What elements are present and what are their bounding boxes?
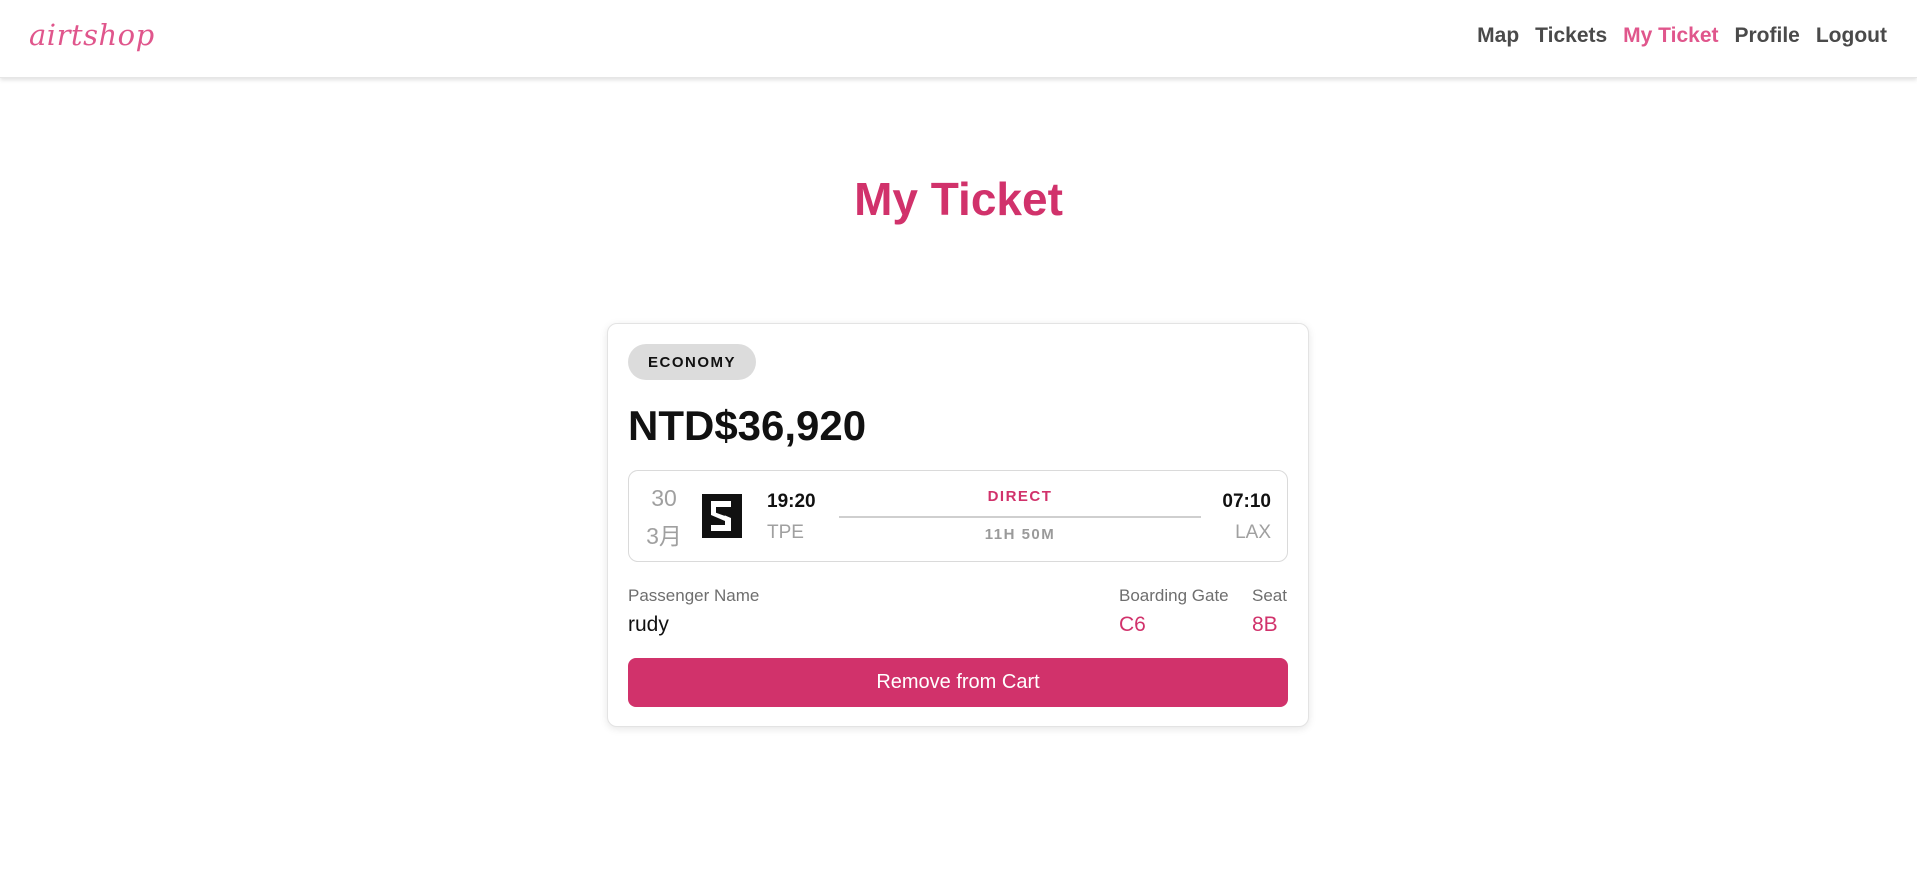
flight-summary: 30 3月 19:20 TPE DIRECT 11H 50M 07:10 LAX [628, 470, 1288, 562]
airline-logo-glyph [702, 494, 742, 538]
passenger-name-label: Passenger Name [628, 586, 760, 605]
passenger-name-value: rudy [628, 613, 669, 636]
boarding-gate-label: Boarding Gate [1119, 586, 1229, 605]
nav-logout-link[interactable]: Logout [1816, 24, 1887, 48]
airline-logo-icon [702, 494, 742, 538]
nav-my-ticket-link[interactable]: My Ticket [1623, 24, 1718, 48]
seat-value: 8B [1252, 613, 1278, 636]
departure-airport: TPE [767, 522, 804, 543]
flight-duration: 11H 50M [984, 526, 1056, 543]
top-navbar: airtshop Map Tickets My Ticket Profile L… [0, 0, 1917, 78]
nav-links: Map Tickets My Ticket Profile Logout [1477, 24, 1887, 48]
nav-tickets-link[interactable]: Tickets [1535, 24, 1607, 48]
remove-from-cart-button[interactable]: Remove from Cart [628, 658, 1288, 707]
arrival-time: 07:10 [1222, 491, 1271, 512]
ticket-card: ECONOMY NTD$36,920 30 3月 19:20 TPE DIREC… [607, 323, 1309, 727]
boarding-gate-value: C6 [1119, 613, 1146, 636]
nav-map-link[interactable]: Map [1477, 24, 1519, 48]
nav-profile-link[interactable]: Profile [1735, 24, 1800, 48]
arrival-airport: LAX [1235, 522, 1271, 543]
stop-type-label: DIRECT [987, 488, 1053, 505]
seat-label: Seat [1252, 586, 1287, 605]
flight-date-month: 3月 [646, 523, 682, 549]
route-line [839, 516, 1201, 518]
ticket-price: NTD$36,920 [628, 402, 867, 449]
flight-date-day: 30 [651, 485, 677, 511]
class-badge: ECONOMY [628, 344, 756, 380]
airtshop-logo[interactable]: airtshop [29, 18, 155, 52]
departure-time: 19:20 [767, 491, 816, 512]
page-title: My Ticket [854, 173, 1063, 225]
